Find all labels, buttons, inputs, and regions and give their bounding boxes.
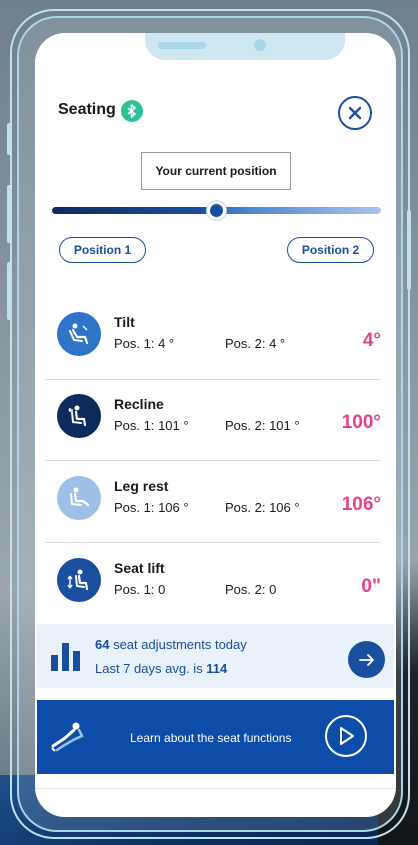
stats-details-button[interactable] <box>348 641 385 678</box>
phone-side-button <box>7 262 11 320</box>
adjustment-title: Seat lift <box>114 560 165 576</box>
adjustment-title: Leg rest <box>114 478 169 494</box>
stats-today-text: seat adjustments today <box>109 637 247 652</box>
adjustment-value: 106° <box>341 494 381 515</box>
learn-seat-functions-banner[interactable]: Learn about the seat functions <box>37 700 394 774</box>
bluetooth-icon <box>121 100 143 122</box>
adjustment-pos1: Pos. 1: 0 <box>114 582 166 597</box>
phone-speaker <box>158 42 206 49</box>
stats-today: 64 seat adjustments today <box>95 637 247 652</box>
play-video-button[interactable] <box>325 715 367 757</box>
adjustment-pos1: Pos. 1: 106 ° <box>114 500 189 515</box>
stats-average: Last 7 days avg. is 114 <box>95 661 227 676</box>
page-title: Seating <box>58 101 116 118</box>
seat-lift-icon <box>57 558 101 602</box>
phone-side-button <box>407 210 411 290</box>
adjustment-row-leg-rest: Leg rest Pos. 1: 106 ° Pos. 2: 106 ° 106… <box>35 459 396 539</box>
stats-average-text: Last 7 days avg. is <box>95 661 207 676</box>
learn-seat-functions-text: Learn about the seat functions <box>130 731 292 745</box>
adjustment-pos2: Pos. 2: 0 <box>225 582 277 597</box>
arrow-right-icon <box>358 653 374 666</box>
current-position-label: Your current position <box>141 152 291 190</box>
phone-camera <box>254 39 266 51</box>
phone-side-button <box>7 185 11 243</box>
phone-screen: Seating Your current position Position 1… <box>35 33 396 817</box>
position-2-button[interactable]: Position 2 <box>287 237 374 263</box>
adjustment-pos2: Pos. 2: 106 ° <box>225 500 300 515</box>
seat-tilt-icon <box>57 312 101 356</box>
reclining-person-illustration <box>49 720 89 759</box>
position-slider-thumb[interactable] <box>207 201 226 220</box>
play-icon <box>340 727 354 745</box>
phone-side-button <box>7 123 11 155</box>
position-1-button[interactable]: Position 1 <box>59 237 146 263</box>
adjustment-row-tilt: Tilt Pos. 1: 4 ° Pos. 2: 4 ° 4° <box>35 295 396 375</box>
adjustment-pos2: Pos. 2: 4 ° <box>225 336 286 351</box>
adjustment-title: Recline <box>114 396 164 412</box>
adjustment-pos1: Pos. 1: 101 ° <box>114 418 189 433</box>
bottom-divider <box>35 788 396 789</box>
adjustment-value: 0" <box>361 576 381 597</box>
bar-chart-icon <box>51 641 81 676</box>
stats-average-value: 114 <box>206 661 228 676</box>
leg-rest-icon <box>57 476 101 520</box>
stats-today-count: 64 <box>95 637 110 652</box>
seat-recline-icon <box>57 394 101 438</box>
adjustment-title: Tilt <box>114 314 135 330</box>
close-icon <box>348 106 362 120</box>
adjustment-row-recline: Recline Pos. 1: 101 ° Pos. 2: 101 ° 100° <box>35 377 396 457</box>
adjustment-row-seat-lift: Seat lift Pos. 1: 0 Pos. 2: 0 0" <box>35 541 396 621</box>
adjustment-pos2: Pos. 2: 101 ° <box>225 418 300 433</box>
adjustment-value: 4° <box>362 330 381 351</box>
adjustment-pos1: Pos. 1: 4 ° <box>114 336 175 351</box>
seat-adjustment-stats: 64 seat adjustments today Last 7 days av… <box>37 624 394 688</box>
adjustment-value: 100° <box>341 412 381 433</box>
close-button[interactable] <box>338 96 372 130</box>
